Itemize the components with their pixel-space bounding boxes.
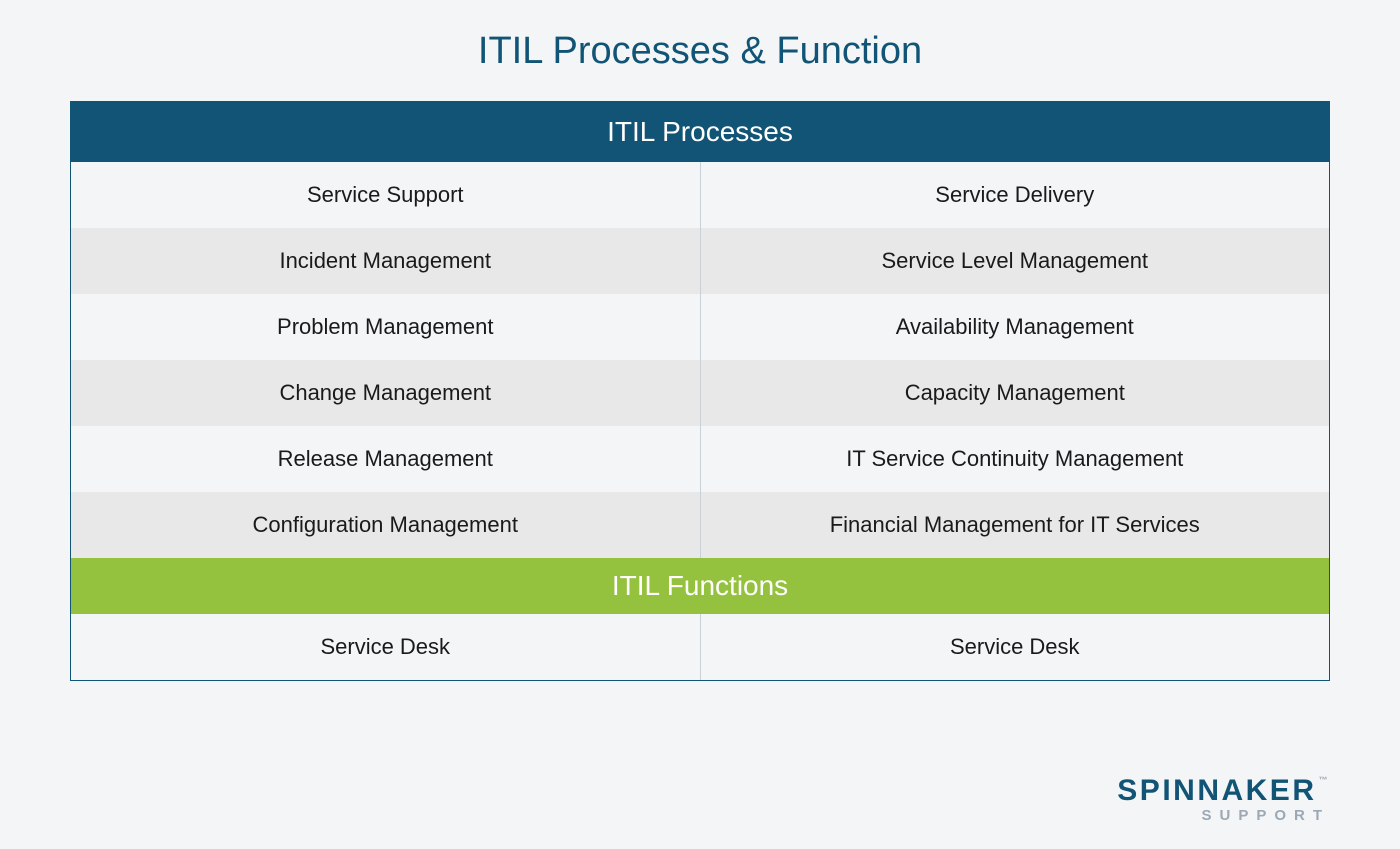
table-row: Configuration Management Financial Manag… bbox=[71, 492, 1329, 558]
cell-change-management: Change Management bbox=[71, 360, 701, 426]
processes-header: ITIL Processes bbox=[71, 102, 1329, 162]
cell-service-level-management: Service Level Management bbox=[701, 228, 1330, 294]
cell-financial-management: Financial Management for IT Services bbox=[701, 492, 1330, 558]
cell-service-support: Service Support bbox=[71, 162, 701, 228]
cell-service-desk-left: Service Desk bbox=[71, 614, 701, 680]
spinnaker-logo: SPINNAKER™ SUPPORT bbox=[1117, 776, 1330, 823]
cell-incident-management: Incident Management bbox=[71, 228, 701, 294]
table-row: Service Desk Service Desk bbox=[71, 614, 1329, 680]
cell-problem-management: Problem Management bbox=[71, 294, 701, 360]
table-row: Service Support Service Delivery bbox=[71, 162, 1329, 228]
cell-release-management: Release Management bbox=[71, 426, 701, 492]
cell-service-delivery: Service Delivery bbox=[701, 162, 1330, 228]
trademark-icon: ™ bbox=[1319, 775, 1331, 785]
cell-capacity-management: Capacity Management bbox=[701, 360, 1330, 426]
table-row: Problem Management Availability Manageme… bbox=[71, 294, 1329, 360]
cell-service-desk-right: Service Desk bbox=[701, 614, 1330, 680]
functions-header: ITIL Functions bbox=[71, 558, 1329, 614]
table-row: Incident Management Service Level Manage… bbox=[71, 228, 1329, 294]
itil-table: ITIL Processes Service Support Service D… bbox=[70, 101, 1330, 681]
logo-main-text: SPINNAKER™ bbox=[1117, 776, 1330, 806]
table-row: Release Management IT Service Continuity… bbox=[71, 426, 1329, 492]
logo-sub-text: SUPPORT bbox=[1117, 808, 1330, 823]
table-row: Change Management Capacity Management bbox=[71, 360, 1329, 426]
page-title: ITIL Processes & Function bbox=[70, 30, 1330, 73]
cell-availability-management: Availability Management bbox=[701, 294, 1330, 360]
cell-it-service-continuity: IT Service Continuity Management bbox=[701, 426, 1330, 492]
cell-configuration-management: Configuration Management bbox=[71, 492, 701, 558]
